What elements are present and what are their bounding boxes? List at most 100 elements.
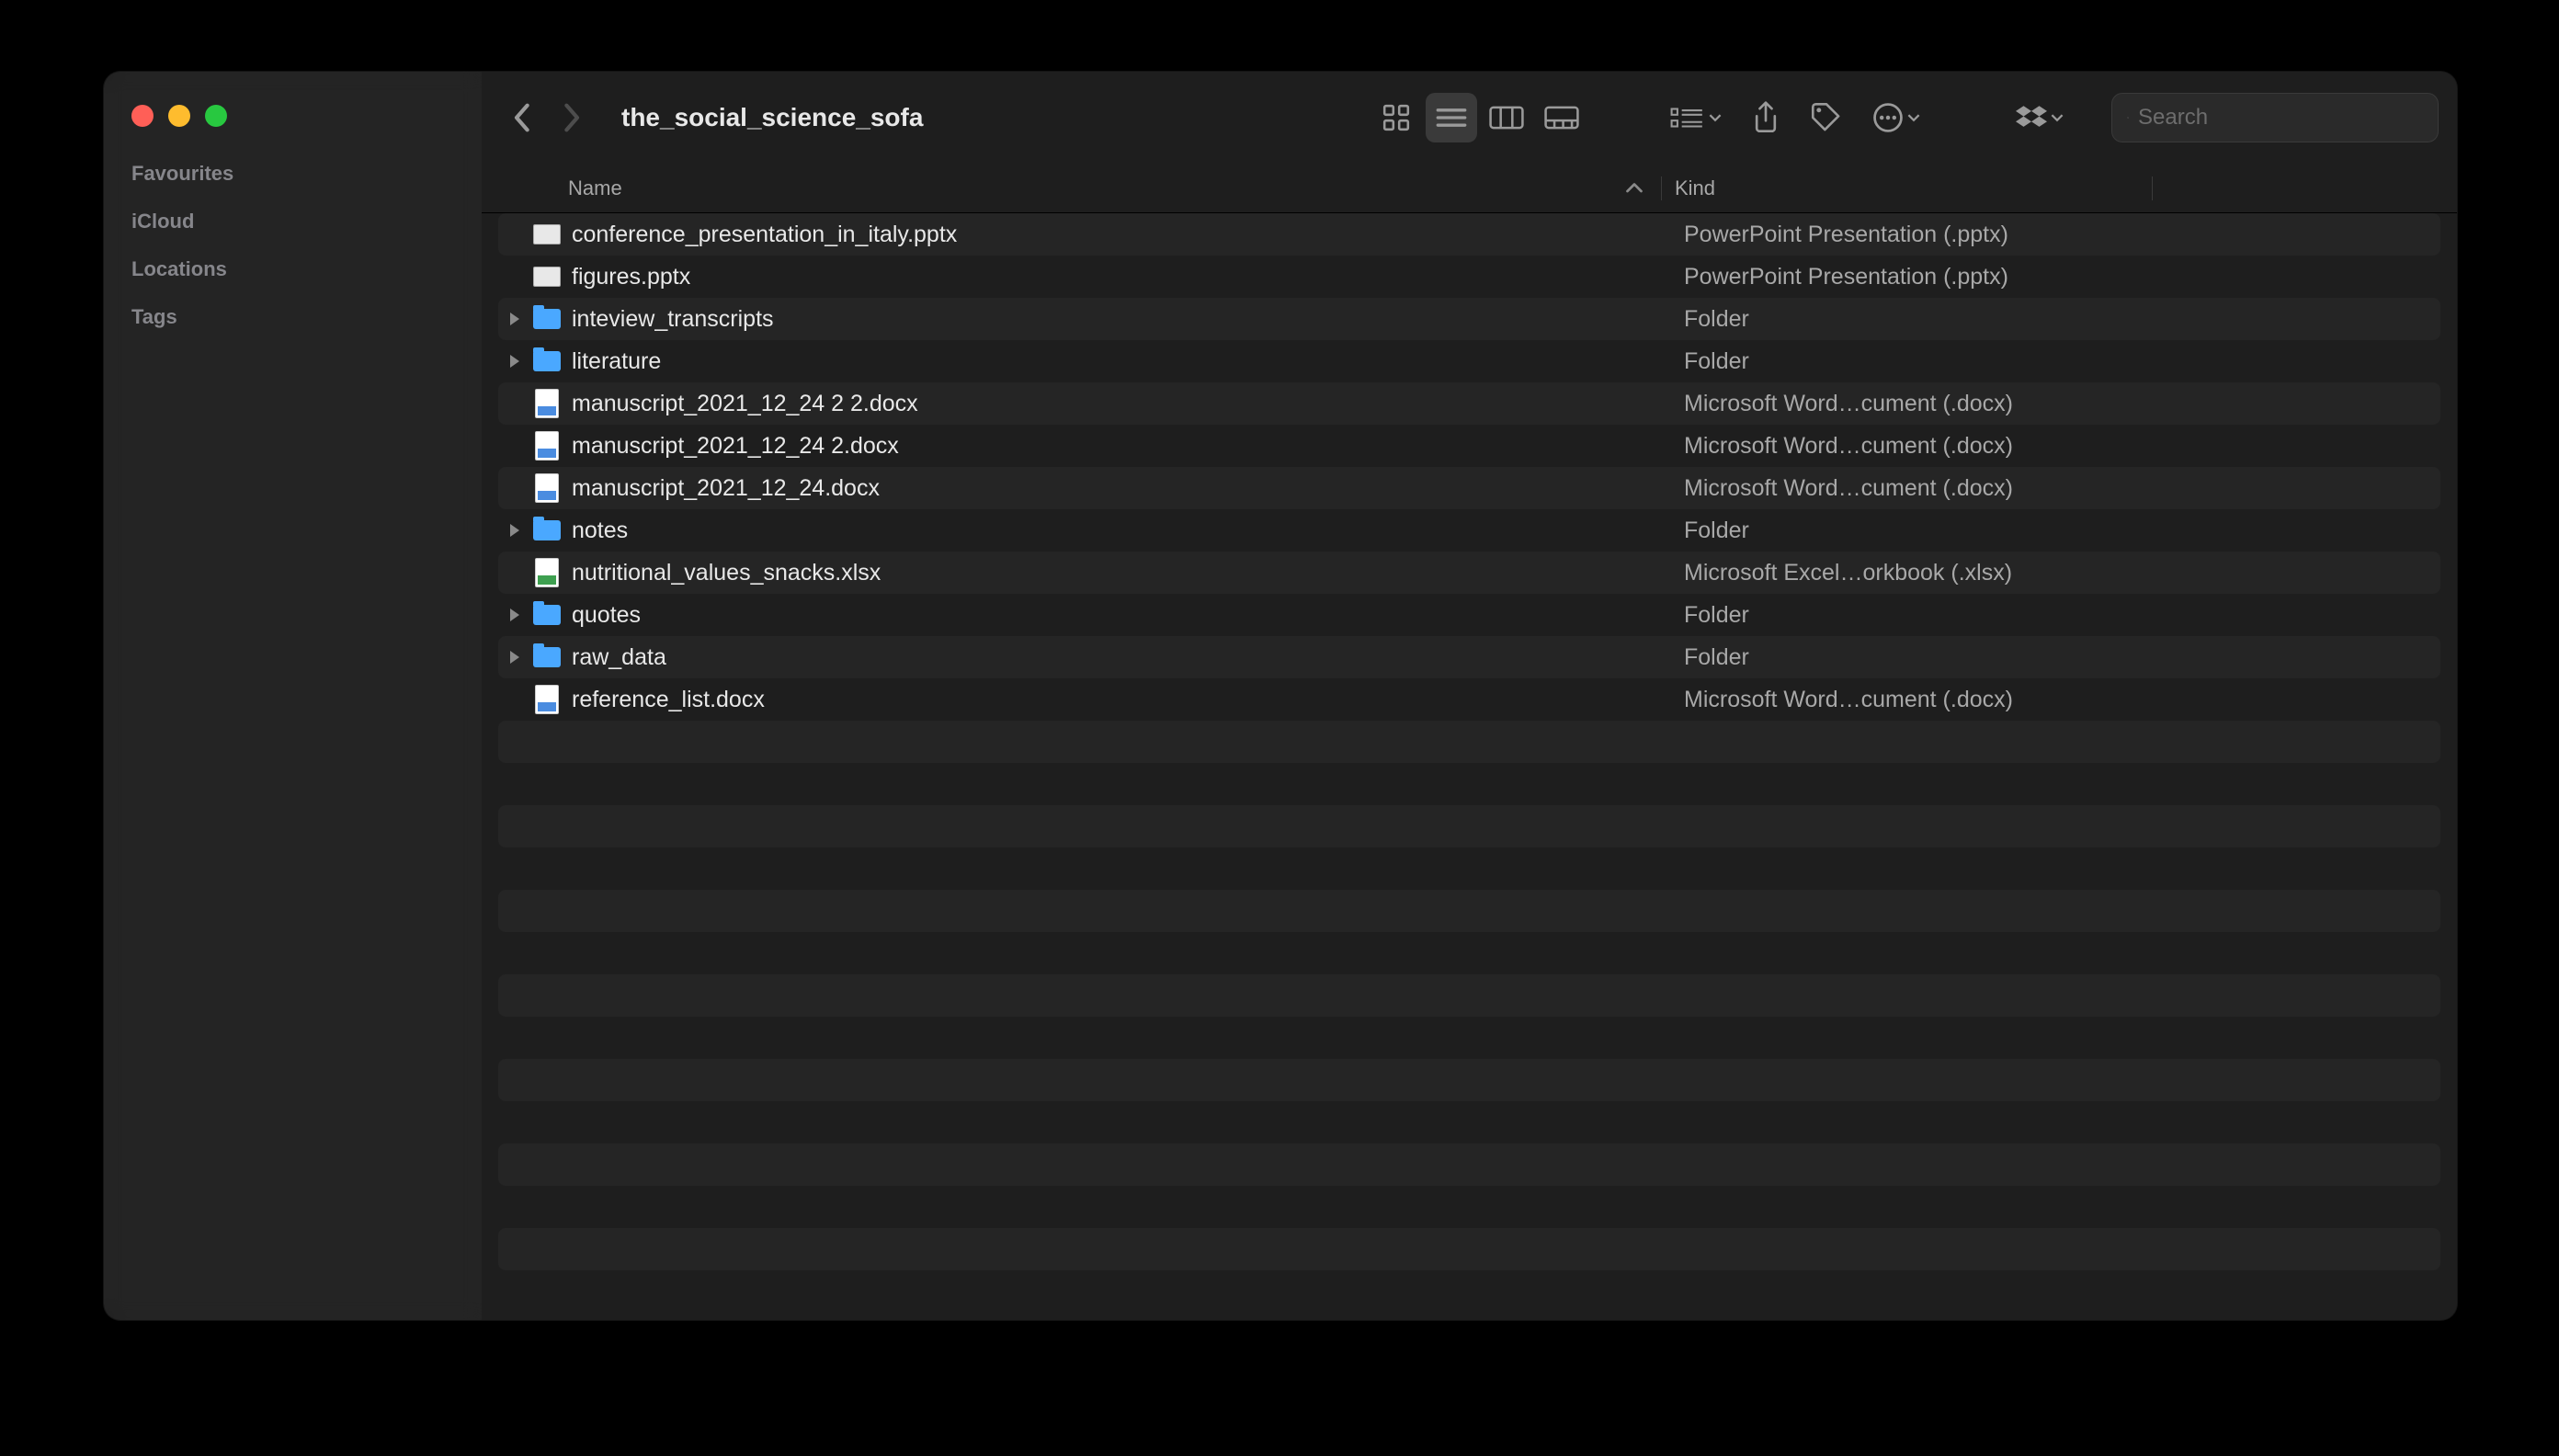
- file-kind: Folder: [1666, 306, 2440, 333]
- list-icon: [1435, 105, 1468, 131]
- expand-toggle[interactable]: [498, 313, 531, 325]
- chevron-left-icon: [512, 102, 530, 133]
- expand-toggle[interactable]: [498, 355, 531, 368]
- file-kind: Folder: [1666, 602, 2440, 629]
- empty-row: [498, 1101, 2440, 1143]
- sidebar-section-favourites[interactable]: Favourites: [104, 138, 482, 186]
- file-name: literature: [572, 348, 1666, 375]
- row-icon: [531, 388, 563, 419]
- gallery-view-button[interactable]: [1536, 93, 1587, 142]
- column-kind-label: Kind: [1675, 176, 1715, 199]
- search-input[interactable]: [2138, 105, 2423, 131]
- columns-icon: [1489, 105, 1524, 131]
- dropbox-button[interactable]: [2005, 93, 2075, 142]
- chevron-down-icon: [2051, 113, 2064, 122]
- empty-row: [498, 974, 2440, 1017]
- empty-row: [498, 805, 2440, 847]
- pptx-icon: [533, 267, 561, 287]
- search-icon: [2127, 106, 2129, 130]
- chevron-right-icon: [510, 355, 519, 368]
- file-name: raw_data: [572, 644, 1666, 671]
- file-row[interactable]: quotesFolder: [498, 594, 2440, 636]
- row-icon: [531, 684, 563, 715]
- share-icon: [1752, 101, 1780, 134]
- group-by-button[interactable]: [1661, 93, 1731, 142]
- forward-button[interactable]: [552, 97, 594, 139]
- file-row[interactable]: nutritional_values_snacks.xlsxMicrosoft …: [498, 552, 2440, 594]
- file-name: figures.pptx: [572, 264, 1666, 290]
- sort-ascending-icon: [1626, 183, 1643, 194]
- file-kind: Microsoft Word…cument (.docx): [1666, 391, 2440, 417]
- tag-icon: [1810, 101, 1843, 134]
- expand-toggle[interactable]: [498, 609, 531, 621]
- actions-button[interactable]: [1861, 93, 1931, 142]
- file-row[interactable]: reference_list.docxMicrosoft Word…cument…: [498, 678, 2440, 721]
- file-row[interactable]: literatureFolder: [498, 340, 2440, 382]
- column-name-label: Name: [568, 176, 622, 200]
- chevron-down-icon: [1907, 113, 1920, 122]
- file-name: inteview_transcripts: [572, 306, 1666, 333]
- empty-row: [498, 847, 2440, 890]
- docx-icon: [535, 473, 559, 503]
- empty-row: [498, 1186, 2440, 1228]
- file-list[interactable]: conference_presentation_in_italy.pptxPow…: [482, 213, 2457, 1320]
- file-row[interactable]: conference_presentation_in_italy.pptxPow…: [498, 213, 2440, 256]
- grid-icon: [1382, 103, 1411, 132]
- share-button[interactable]: [1740, 93, 1791, 142]
- file-name: notes: [572, 518, 1666, 544]
- file-row[interactable]: notesFolder: [498, 509, 2440, 552]
- file-kind: Microsoft Word…cument (.docx): [1666, 475, 2440, 502]
- sidebar-section-locations[interactable]: Locations: [104, 233, 482, 281]
- group-icon: [1670, 105, 1705, 131]
- empty-row: [498, 1228, 2440, 1270]
- file-row[interactable]: figures.pptxPowerPoint Presentation (.pp…: [498, 256, 2440, 298]
- toolbar: the_social_science_sofa: [482, 72, 2457, 164]
- folder-title: the_social_science_sofa: [621, 103, 1361, 132]
- empty-row: [498, 721, 2440, 763]
- expand-toggle[interactable]: [498, 651, 531, 664]
- column-header-kind[interactable]: Kind: [1662, 176, 2153, 200]
- row-icon: [531, 642, 563, 673]
- chevron-right-icon: [510, 524, 519, 537]
- file-kind: Folder: [1666, 518, 2440, 544]
- empty-row: [498, 932, 2440, 974]
- file-name: nutritional_values_snacks.xlsx: [572, 560, 1666, 586]
- sidebar-section-icloud[interactable]: iCloud: [104, 186, 482, 233]
- empty-row: [498, 763, 2440, 805]
- row-icon: [531, 430, 563, 461]
- file-row[interactable]: manuscript_2021_12_24 2.docxMicrosoft Wo…: [498, 425, 2440, 467]
- back-button[interactable]: [500, 97, 542, 139]
- file-kind: PowerPoint Presentation (.pptx): [1666, 222, 2440, 248]
- row-icon: [531, 261, 563, 292]
- row-icon: [531, 472, 563, 504]
- file-row[interactable]: manuscript_2021_12_24 2 2.docxMicrosoft …: [498, 382, 2440, 425]
- expand-toggle[interactable]: [498, 524, 531, 537]
- tags-button[interactable]: [1801, 93, 1852, 142]
- fullscreen-button[interactable]: [205, 105, 227, 127]
- docx-icon: [535, 389, 559, 418]
- list-view-button[interactable]: [1426, 93, 1477, 142]
- file-row[interactable]: raw_dataFolder: [498, 636, 2440, 678]
- close-button[interactable]: [131, 105, 154, 127]
- xlsx-icon: [535, 558, 559, 587]
- more-circle-icon: [1872, 102, 1904, 133]
- file-name: manuscript_2021_12_24.docx: [572, 475, 1666, 502]
- file-row[interactable]: manuscript_2021_12_24.docxMicrosoft Word…: [498, 467, 2440, 509]
- minimize-button[interactable]: [168, 105, 190, 127]
- empty-row: [498, 1143, 2440, 1186]
- chevron-right-icon: [510, 651, 519, 664]
- sidebar-section-tags[interactable]: Tags: [104, 281, 482, 329]
- finder-window: FavouritesiCloudLocationsTags the_social…: [104, 72, 2457, 1320]
- icon-view-button[interactable]: [1370, 93, 1422, 142]
- row-icon: [531, 303, 563, 335]
- file-kind: Microsoft Word…cument (.docx): [1666, 433, 2440, 460]
- search-box[interactable]: [2111, 93, 2439, 142]
- gallery-icon: [1544, 105, 1579, 131]
- file-name: manuscript_2021_12_24 2 2.docx: [572, 391, 1666, 417]
- column-header-name[interactable]: Name: [482, 176, 1662, 200]
- column-view-button[interactable]: [1481, 93, 1532, 142]
- file-row[interactable]: inteview_transcriptsFolder: [498, 298, 2440, 340]
- folder-icon: [533, 605, 561, 625]
- row-icon: [531, 599, 563, 631]
- sidebar: FavouritesiCloudLocationsTags: [104, 72, 482, 1320]
